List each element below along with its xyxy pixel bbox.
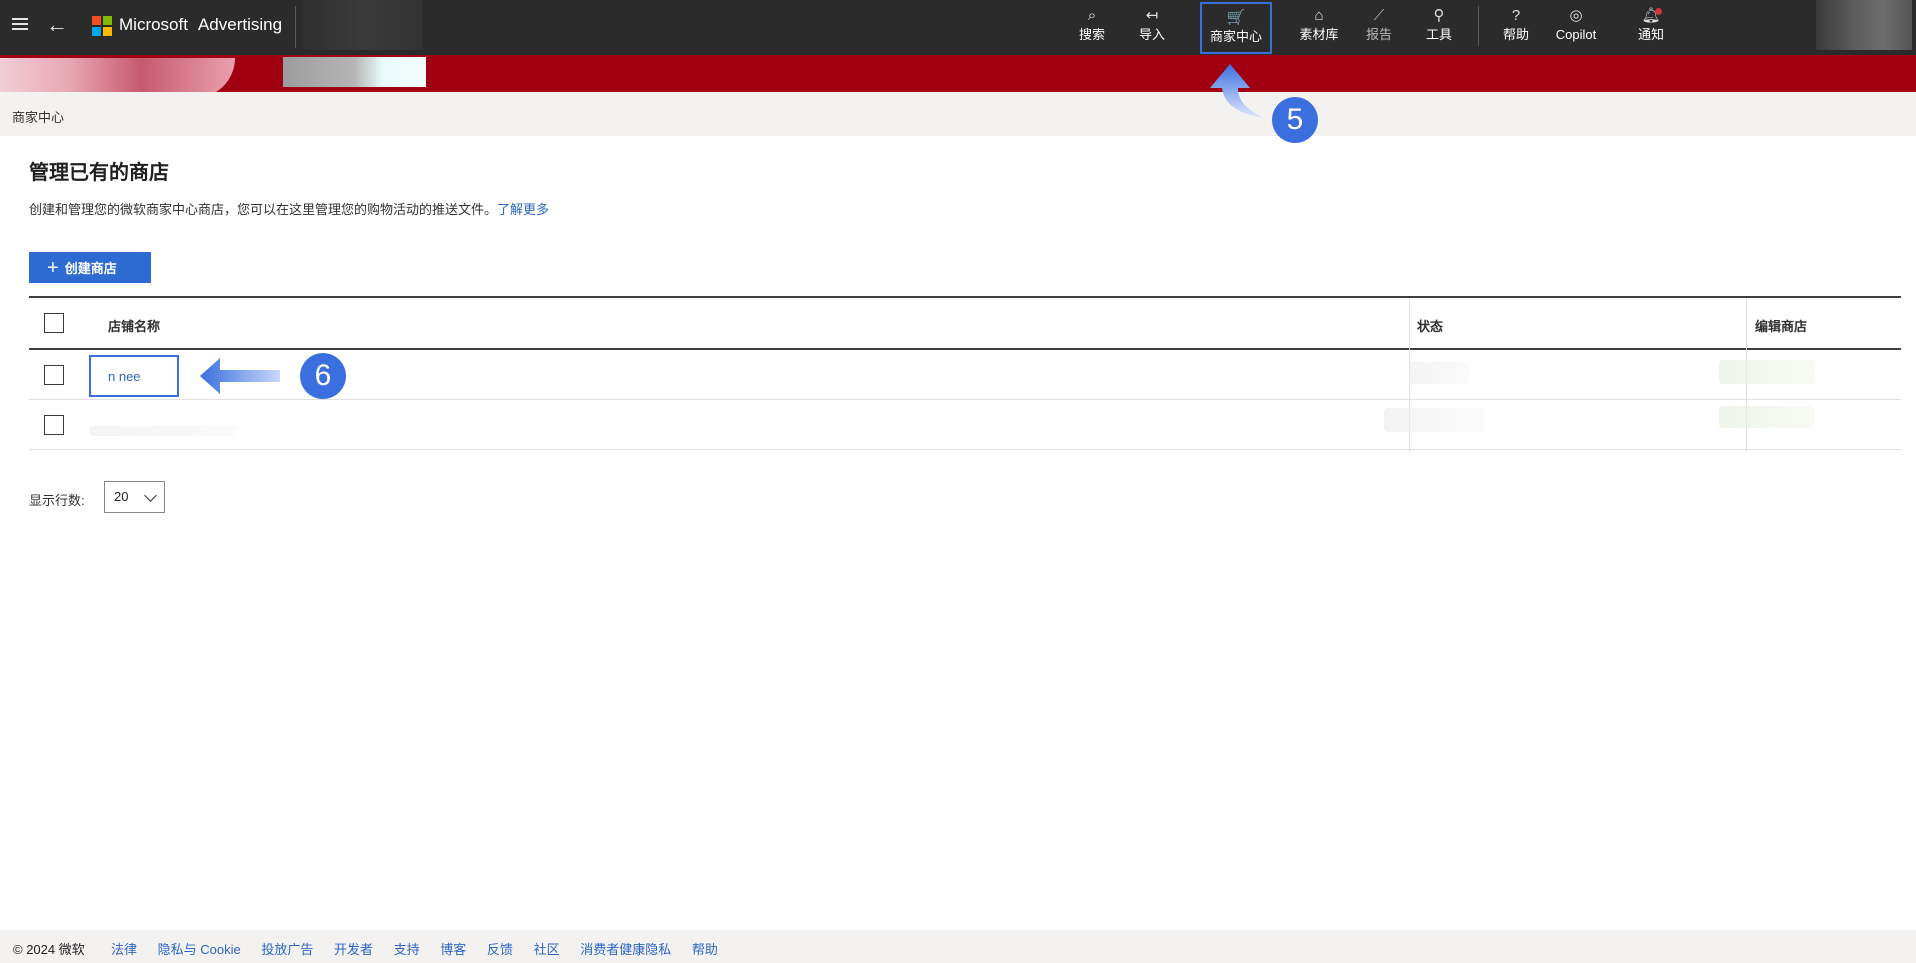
footer-link-support[interactable]: 支持 bbox=[394, 942, 420, 957]
notification-dot bbox=[1655, 8, 1662, 15]
rows-per-page-select[interactable]: 20 bbox=[104, 481, 165, 513]
redacted-edit-link bbox=[1719, 360, 1815, 384]
select-all-checkbox[interactable] bbox=[44, 313, 64, 333]
nav-copilot-label: Copilot bbox=[1555, 27, 1597, 42]
back-arrow-icon[interactable]: ← bbox=[46, 14, 68, 36]
hamburger-menu-icon[interactable] bbox=[12, 18, 28, 32]
row-checkbox[interactable] bbox=[44, 365, 64, 385]
column-header-edit-store: 编辑商店 bbox=[1755, 319, 1808, 334]
nav-tools[interactable]: ⚲ 工具 bbox=[1409, 6, 1469, 50]
footer-link-feedback[interactable]: 反馈 bbox=[487, 942, 513, 957]
redacted-account-id bbox=[283, 57, 426, 87]
store-name-link[interactable]: n nee bbox=[89, 355, 179, 397]
page-description: 创建和管理您的微软商家中心商店，您可以在这里管理您的购物活动的推送文件。了解更多 bbox=[29, 199, 549, 218]
create-store-label: 创建商店 bbox=[64, 261, 117, 276]
footer: © 2024 微软 法律 隐私与 Cookie 投放广告 开发者 支持 博客 反… bbox=[0, 930, 1916, 963]
nav-notifications-label: 通知 bbox=[1637, 27, 1664, 42]
redacted-edit-link bbox=[1719, 406, 1815, 428]
footer-links: 法律 隐私与 Cookie 投放广告 开发者 支持 博客 反馈 社区 消费者健康… bbox=[111, 939, 735, 958]
create-store-button[interactable]: + 创建商店 bbox=[29, 252, 151, 283]
redacted-store-name bbox=[89, 426, 239, 436]
row-checkbox[interactable] bbox=[44, 415, 64, 435]
avatar[interactable] bbox=[1816, 0, 1912, 50]
redacted-account-area bbox=[303, 0, 423, 50]
brand-microsoft: Microsoft bbox=[119, 15, 188, 34]
footer-link-help[interactable]: 帮助 bbox=[692, 942, 718, 957]
callout-arrow-left-icon bbox=[200, 358, 280, 394]
nav-copilot[interactable]: ◎ Copilot bbox=[1546, 6, 1606, 50]
footer-link-advertise[interactable]: 投放广告 bbox=[261, 942, 313, 957]
help-icon: ? bbox=[1511, 7, 1521, 24]
table-header: 店铺名称 状态 编辑商店 bbox=[29, 296, 1901, 452]
footer-link-legal[interactable]: 法律 bbox=[111, 942, 137, 957]
nav-reports[interactable]: ⟋ 报告 bbox=[1349, 6, 1409, 50]
nav-notifications[interactable]: 🔔︎ 通知 bbox=[1621, 6, 1681, 50]
search-icon: ⌕ bbox=[1087, 7, 1097, 24]
footer-link-privacy-cookies[interactable]: 隐私与 Cookie bbox=[158, 942, 241, 957]
copyright: © 2024 微软 bbox=[13, 942, 85, 957]
table-row bbox=[29, 400, 1901, 450]
rows-per-page-value: 20 bbox=[114, 489, 129, 504]
divider bbox=[295, 6, 296, 48]
description-text: 创建和管理您的微软商家中心商店，您可以在这里管理您的购物活动的推送文件。 bbox=[29, 202, 498, 217]
redacted-status bbox=[1409, 362, 1469, 384]
nav-merchant-center-label: 商家中心 bbox=[1209, 29, 1262, 44]
nav-help[interactable]: ? 帮助 bbox=[1486, 6, 1546, 50]
column-header-status[interactable]: 状态 bbox=[1417, 316, 1443, 335]
footer-link-community[interactable]: 社区 bbox=[534, 942, 560, 957]
nav-tools-label: 工具 bbox=[1425, 27, 1452, 42]
page-title: 管理已有的商店 bbox=[29, 162, 169, 184]
bell-icon: 🔔︎ bbox=[1641, 7, 1661, 24]
nav-import[interactable]: ↤ 导入 bbox=[1122, 6, 1182, 50]
divider bbox=[1478, 6, 1479, 46]
breadcrumb: 商家中心 bbox=[0, 92, 1916, 136]
footer-link-consumer-health-privacy[interactable]: 消费者健康隐私 bbox=[580, 942, 671, 957]
wrench-icon: ⚲ bbox=[1433, 7, 1445, 24]
import-icon: ↤ bbox=[1145, 7, 1159, 24]
breadcrumb-item[interactable]: 商家中心 bbox=[12, 107, 64, 126]
brand-advertising: Advertising bbox=[197, 15, 283, 34]
callout-badge-5: 5 bbox=[1272, 97, 1318, 143]
chart-icon: ⟋ bbox=[1373, 7, 1385, 24]
footer-link-developers[interactable]: 开发者 bbox=[334, 942, 373, 957]
rows-per-page-label: 显示行数: bbox=[29, 493, 85, 508]
brand-name[interactable]: Microsoft Advertising bbox=[119, 15, 282, 35]
tag-icon: ⌂ bbox=[1314, 7, 1324, 24]
nav-merchant-center[interactable]: 🛒 商家中心 bbox=[1200, 2, 1272, 54]
chevron-down-icon bbox=[144, 489, 157, 502]
nav-reports-label: 报告 bbox=[1365, 27, 1392, 42]
footer-link-blog[interactable]: 博客 bbox=[440, 942, 466, 957]
nav-asset-library-label: 素材库 bbox=[1299, 27, 1339, 42]
redacted-status bbox=[1384, 408, 1484, 432]
nav-import-label: 导入 bbox=[1138, 27, 1165, 42]
nav-search[interactable]: ⌕ 搜索 bbox=[1062, 6, 1122, 50]
nav-help-label: 帮助 bbox=[1502, 27, 1529, 42]
top-navigation-bar: ← Microsoft Advertising ⌕ 搜索 ↤ 导入 🛒 商家中心 … bbox=[0, 0, 1916, 55]
callout-arrow-up-icon bbox=[1210, 64, 1264, 118]
microsoft-logo-icon bbox=[92, 16, 112, 36]
cart-icon: 🛒 bbox=[1226, 9, 1246, 26]
nav-asset-library[interactable]: ⌂ 素材库 bbox=[1289, 6, 1349, 50]
copilot-icon: ◎ bbox=[1569, 7, 1583, 24]
nav-search-label: 搜索 bbox=[1078, 27, 1105, 42]
learn-more-link[interactable]: 了解更多 bbox=[497, 202, 549, 217]
plus-icon: + bbox=[47, 256, 59, 279]
callout-badge-6: 6 bbox=[300, 353, 346, 399]
column-header-store-name[interactable]: 店铺名称 bbox=[108, 316, 160, 335]
account-banner bbox=[0, 55, 1916, 98]
